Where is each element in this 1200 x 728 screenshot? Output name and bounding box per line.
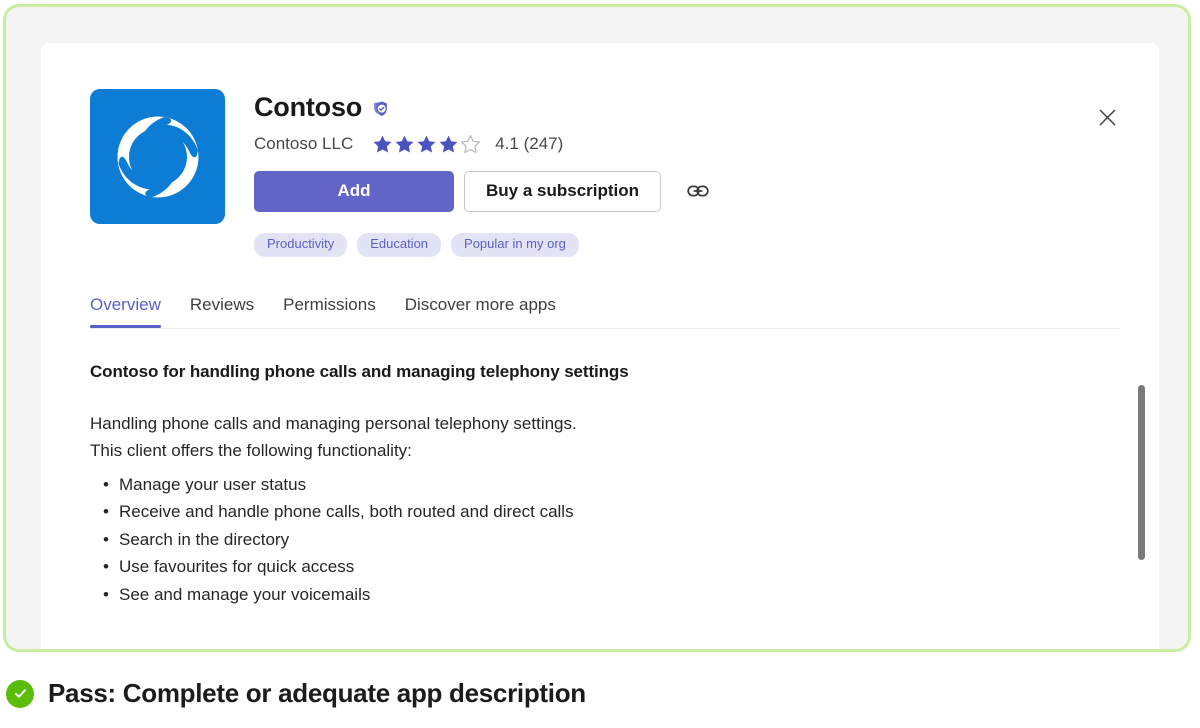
- app-title-row: Contoso: [254, 92, 1159, 123]
- list-item: Use favourites for quick access: [103, 553, 1159, 581]
- list-item: Receive and handle phone calls, both rou…: [103, 498, 1159, 526]
- tag-popular-in-my-org[interactable]: Popular in my org: [451, 232, 579, 257]
- publisher-row: Contoso LLC 4.1 (247): [254, 134, 1159, 155]
- overview-panel: Contoso for handling phone calls and man…: [41, 329, 1159, 609]
- check-circle-icon: [6, 679, 34, 708]
- verified-publisher-shield-icon: [371, 97, 390, 119]
- contoso-swirl-icon: [90, 89, 225, 224]
- rating-value: 4.1 (247): [495, 134, 564, 154]
- list-item: Manage your user status: [103, 471, 1159, 499]
- tab-permissions[interactable]: Permissions: [283, 295, 391, 328]
- tab-list: Overview Reviews Permissions Discover mo…: [90, 295, 1159, 328]
- tab-bar: Overview Reviews Permissions Discover mo…: [41, 295, 1159, 329]
- overview-paragraph-line: Handling phone calls and managing person…: [90, 413, 577, 433]
- list-item: Search in the directory: [103, 526, 1159, 554]
- star-filled-icon: [373, 135, 392, 153]
- tab-divider: [90, 327, 1120, 329]
- overview-paragraph: Handling phone calls and managing person…: [90, 410, 1159, 465]
- feature-list: Manage your user status Receive and hand…: [90, 471, 1159, 609]
- star-filled-icon: [395, 135, 414, 153]
- star-filled-icon: [417, 135, 436, 153]
- overview-paragraph-line: This client offers the following functio…: [90, 441, 412, 461]
- star-empty-icon: [461, 134, 481, 153]
- app-actions: Add Buy a subscription: [254, 170, 1159, 212]
- rating-stars: [372, 134, 481, 155]
- status-caption: Pass: Complete or adequate app descripti…: [6, 678, 586, 709]
- star-filled-icon: [439, 135, 458, 153]
- scrollbar-thumb[interactable]: [1138, 385, 1145, 560]
- publisher-name: Contoso LLC: [254, 134, 354, 154]
- tag-education[interactable]: Education: [357, 232, 442, 257]
- add-button[interactable]: Add: [254, 170, 454, 212]
- screenshot-frame: Contoso Contoso LLC 4.1 (247) Add Buy a …: [3, 4, 1191, 652]
- link-icon[interactable]: [683, 176, 713, 206]
- page-title: Contoso: [254, 92, 363, 122]
- tab-overview[interactable]: Overview: [90, 295, 176, 328]
- app-tags: Productivity Education Popular in my org: [254, 232, 1159, 257]
- app-detail-card: Contoso Contoso LLC 4.1 (247) Add Buy a …: [41, 43, 1159, 649]
- buy-subscription-button[interactable]: Buy a subscription: [464, 170, 662, 212]
- overview-heading: Contoso for handling phone calls and man…: [90, 361, 629, 381]
- tab-reviews[interactable]: Reviews: [190, 295, 269, 328]
- vertical-scrollbar[interactable]: [1135, 43, 1149, 649]
- list-item: See and manage your voicemails: [103, 581, 1159, 609]
- app-header-info: Contoso Contoso LLC 4.1 (247) Add Buy a …: [254, 89, 1159, 257]
- app-header: Contoso Contoso LLC 4.1 (247) Add Buy a …: [41, 43, 1159, 257]
- tag-productivity[interactable]: Productivity: [254, 232, 348, 257]
- close-icon[interactable]: [1091, 101, 1123, 133]
- status-caption-text: Pass: Complete or adequate app descripti…: [48, 678, 586, 708]
- tab-discover-more-apps[interactable]: Discover more apps: [405, 295, 571, 328]
